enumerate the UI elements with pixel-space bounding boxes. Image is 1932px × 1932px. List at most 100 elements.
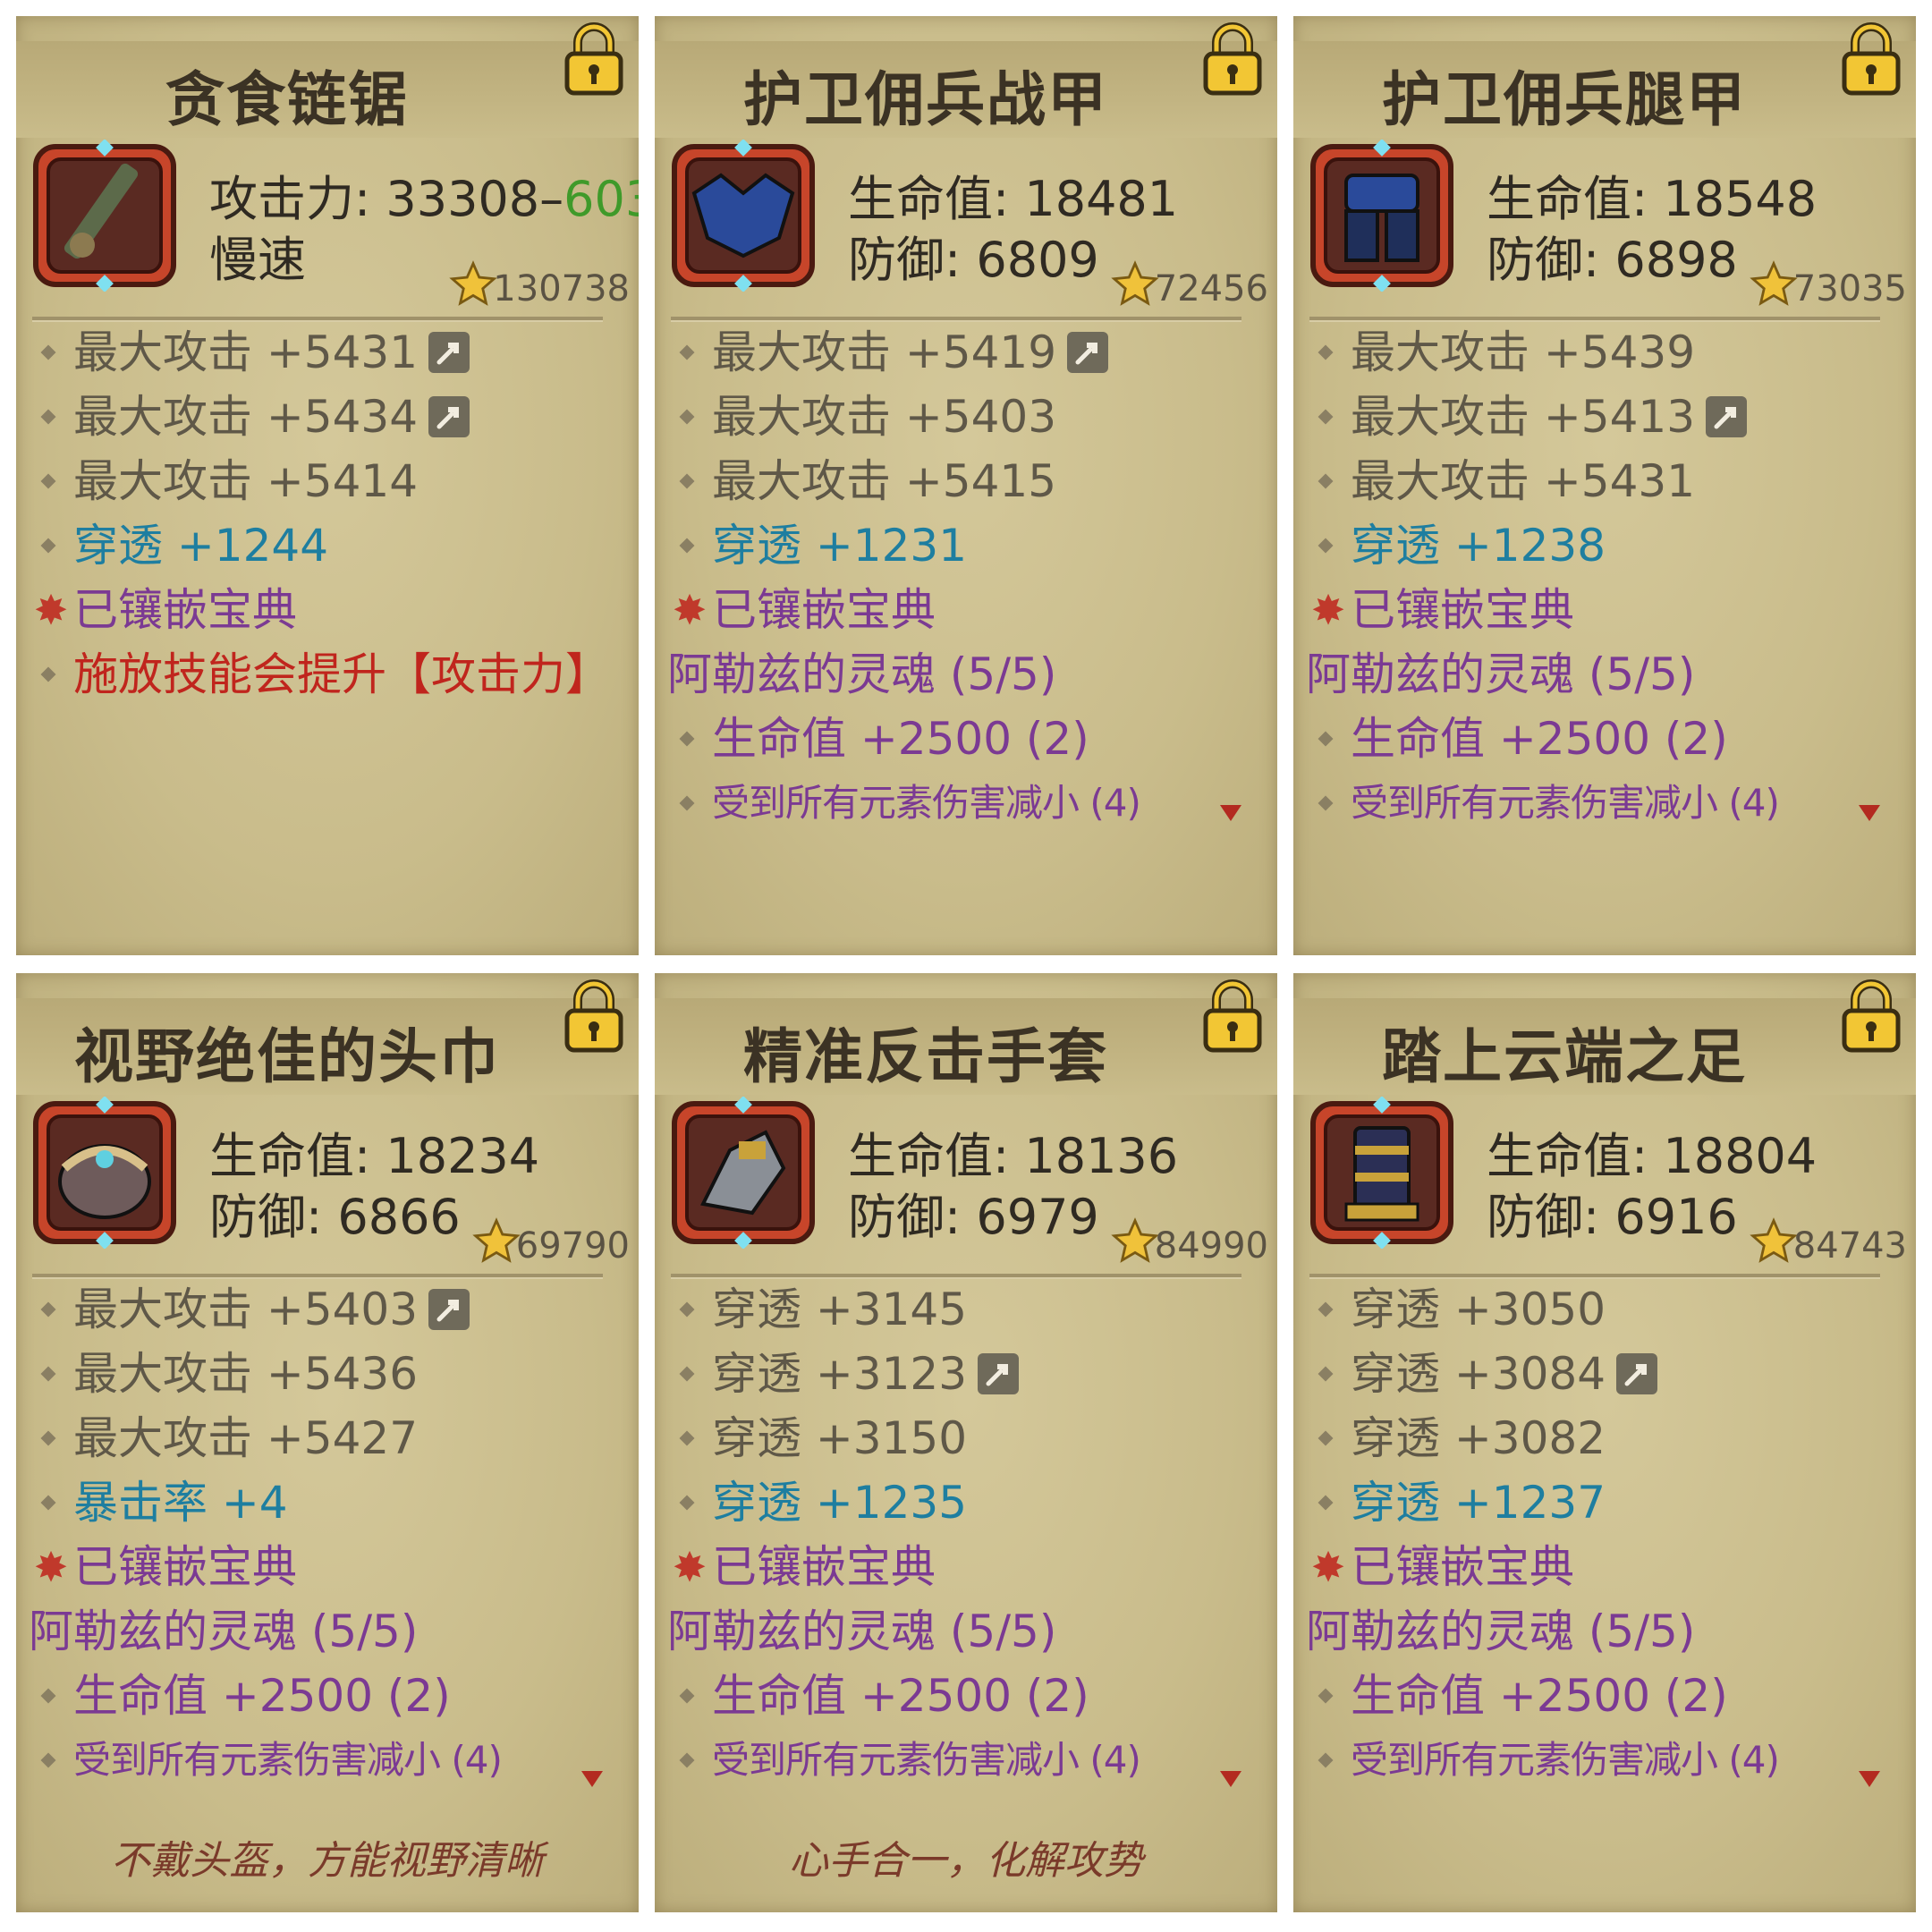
- attribute-text: 阿勒兹的灵魂 (5/5): [1306, 1606, 1696, 1657]
- lock-icon[interactable]: [562, 979, 626, 1054]
- rating-value: 72456: [1154, 268, 1268, 309]
- bullet-icon: [679, 1495, 695, 1511]
- lock-icon[interactable]: [562, 21, 626, 97]
- scroll-down-icon[interactable]: [1220, 805, 1241, 821]
- attribute-text: 阿勒兹的灵魂 (5/5): [667, 648, 1057, 700]
- primary-stat-value: 18804: [1663, 1128, 1818, 1184]
- attribute-line: 最大攻击 +5403: [667, 385, 1265, 449]
- attribute-text: 生命值 +2500 (2): [712, 713, 1089, 765]
- attribute-text: 穿透 +3082: [1351, 1412, 1606, 1464]
- attribute-line: ✸ 已镶嵌宝典: [29, 1535, 626, 1599]
- item-card[interactable]: 精准反击手套 生命值: 18136 防御: 6979 84990 穿透 +3145 穿透 …: [655, 973, 1277, 1912]
- attribute-text: 已镶嵌宝典: [1351, 1541, 1574, 1593]
- inlay-burst-icon: ✸: [672, 586, 708, 634]
- reforge-icon[interactable]: [1706, 396, 1748, 437]
- scroll-down-icon[interactable]: [1859, 1771, 1880, 1787]
- attribute-line: ✸ 已镶嵌宝典: [1306, 578, 1903, 642]
- item-title: 护卫佣兵腿甲: [1382, 65, 1747, 134]
- bullet-icon: [40, 1301, 56, 1318]
- bullet-icon: [40, 538, 56, 554]
- attribute-text: 受到所有元素伤害减小 (4): [712, 1738, 1141, 1782]
- reforge-icon[interactable]: [428, 332, 470, 373]
- attribute-line: 阿勒兹的灵魂 (5/5): [29, 1599, 626, 1664]
- bullet-icon: [679, 1430, 695, 1446]
- star-icon: [1749, 259, 1798, 318]
- scroll-down-icon[interactable]: [1859, 805, 1880, 821]
- attribute-line: 穿透 +3150: [667, 1406, 1265, 1470]
- star-icon: [448, 259, 497, 318]
- reforge-icon[interactable]: [428, 1289, 470, 1330]
- item-card[interactable]: 贪食链锯攻击力: 33308–60390 慢速 130738 最大攻击 +5431 最大…: [16, 16, 639, 955]
- bullet-icon: [679, 344, 695, 360]
- reforge-icon[interactable]: [978, 1353, 1020, 1394]
- attribute-line: 穿透 +3145: [667, 1277, 1265, 1342]
- item-card[interactable]: 视野绝佳的头巾 生命值: 18234 防御: 6866 69790 最大攻击 +5403…: [16, 973, 639, 1912]
- attribute-line: 最大攻击 +5415: [667, 449, 1265, 513]
- bullet-icon: [40, 344, 56, 360]
- attribute-line: ✸ 已镶嵌宝典: [1306, 1535, 1903, 1599]
- item-card[interactable]: 护卫佣兵战甲 生命值: 18481 防御: 6809 72456 最大攻击 +5419 最…: [655, 16, 1277, 955]
- attribute-text: 穿透 +3150: [712, 1412, 968, 1464]
- secondary-stat: 防御: 6809: [848, 232, 1099, 288]
- flavor-text: 不戴头盔，方能视野清晰: [111, 1838, 544, 1884]
- star-icon: [471, 1216, 521, 1275]
- reforge-icon[interactable]: [1616, 1353, 1658, 1394]
- lock-icon[interactable]: [1200, 21, 1265, 97]
- bullet-icon: [679, 1301, 695, 1318]
- attribute-line: 阿勒兹的灵魂 (5/5): [1306, 642, 1903, 707]
- item-rating: 84990: [1110, 1216, 1268, 1275]
- attribute-line: 受到所有元素伤害减小 (4): [1306, 771, 1903, 835]
- reforge-icon[interactable]: [428, 396, 470, 437]
- bullet-icon: [1318, 344, 1334, 360]
- attribute-text: 穿透 +1235: [712, 1477, 968, 1529]
- attribute-text: 阿勒兹的灵魂 (5/5): [667, 1606, 1057, 1657]
- bullet-icon: [40, 666, 56, 682]
- attribute-line: 施放技能会提升【攻击力】: [29, 642, 626, 707]
- lock-icon[interactable]: [1839, 21, 1903, 97]
- primary-stat-max: 60390: [564, 171, 639, 227]
- attribute-line: 最大攻击 +5439: [1306, 320, 1903, 385]
- attribute-text: 已镶嵌宝典: [73, 1541, 297, 1593]
- bullet-icon: [40, 1688, 56, 1704]
- attribute-line: 生命值 +2500 (2): [667, 707, 1265, 771]
- primary-stat-value: 18136: [1024, 1128, 1179, 1184]
- attribute-text: 暴击率 +4: [73, 1477, 288, 1529]
- attribute-line: 穿透 +3050: [1306, 1277, 1903, 1342]
- item-title: 护卫佣兵战甲: [743, 65, 1108, 134]
- attribute-text: 阿勒兹的灵魂 (5/5): [29, 1606, 419, 1657]
- attribute-text: 生命值 +2500 (2): [712, 1670, 1089, 1722]
- rating-value: 69790: [515, 1225, 630, 1267]
- inlay-burst-icon: ✸: [33, 586, 69, 634]
- scroll-down-icon[interactable]: [581, 1771, 603, 1787]
- bullet-icon: [40, 473, 56, 489]
- bullet-icon: [679, 538, 695, 554]
- bullet-icon: [40, 409, 56, 425]
- reforge-icon[interactable]: [1067, 332, 1109, 373]
- lock-icon[interactable]: [1839, 979, 1903, 1054]
- star-icon: [1110, 1216, 1159, 1275]
- attribute-line: ✸ 已镶嵌宝典: [29, 578, 626, 642]
- item-title: 视野绝佳的头巾: [74, 1022, 500, 1091]
- chainsaw-icon: [29, 139, 181, 292]
- attribute-line: 穿透 +1244: [29, 513, 626, 578]
- attribute-text: 穿透 +1244: [73, 520, 329, 572]
- scroll-down-icon[interactable]: [1220, 1771, 1241, 1787]
- attribute-line: 最大攻击 +5413: [1306, 385, 1903, 449]
- bullet-icon: [40, 1495, 56, 1511]
- attribute-line: 穿透 +3082: [1306, 1406, 1903, 1470]
- bullet-icon: [1318, 1752, 1334, 1768]
- item-card[interactable]: 踏上云端之足 生命值: 18804 防御: 6916 84743 穿透 +3050 穿透 …: [1293, 973, 1916, 1912]
- item-rating: 73035: [1749, 259, 1907, 318]
- lock-icon[interactable]: [1200, 979, 1265, 1054]
- item-card[interactable]: 护卫佣兵腿甲 生命值: 18548 防御: 6898 73035 最大攻击 +5439 最…: [1293, 16, 1916, 955]
- attribute-text: 最大攻击 +5413: [1351, 391, 1696, 443]
- star-icon: [1749, 1216, 1798, 1275]
- attribute-text: 受到所有元素伤害减小 (4): [712, 781, 1141, 825]
- attribute-text: 穿透 +1237: [1351, 1477, 1606, 1529]
- attribute-text: 穿透 +3145: [712, 1284, 968, 1335]
- attribute-text: 生命值 +2500 (2): [73, 1670, 451, 1722]
- item-rating: 72456: [1110, 259, 1268, 318]
- attribute-list: 最大攻击 +5403 最大攻击 +5436 最大攻击 +5427 暴击率 +4 ✸ 已镶嵌…: [29, 1277, 626, 1792]
- secondary-stat: 防御: 6916: [1487, 1189, 1738, 1245]
- attribute-text: 阿勒兹的灵魂 (5/5): [1306, 648, 1696, 700]
